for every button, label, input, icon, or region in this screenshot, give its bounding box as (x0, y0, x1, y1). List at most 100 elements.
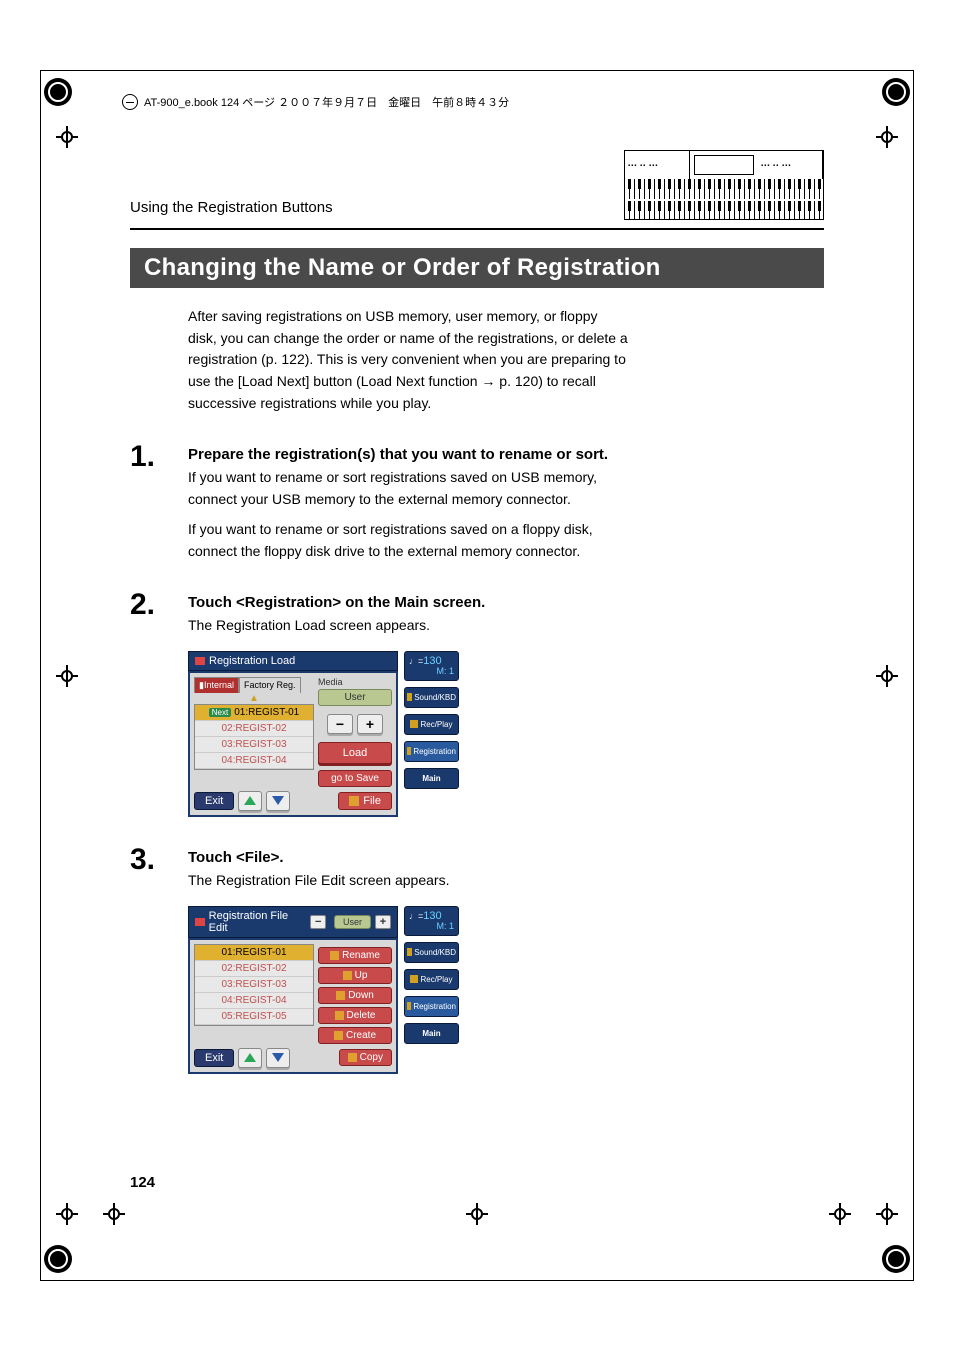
crop-mark-icon (103, 1203, 125, 1225)
registration-list: 01:REGIST-01 02:REGIST-02 03:REGIST-03 0… (194, 944, 314, 1026)
up-button[interactable]: Up (318, 967, 392, 984)
step-number: 2. (130, 588, 188, 622)
list-item[interactable]: 02:REGIST-02 (195, 961, 313, 977)
rename-button[interactable]: Rename (318, 947, 392, 964)
print-regmark-icon (44, 78, 72, 106)
section-title: Changing the Name or Order of Registrati… (130, 248, 675, 288)
registration-list: Next01:REGIST-01 02:REGIST-02 03:REGIST-… (194, 704, 314, 770)
load-button[interactable]: Load (318, 742, 392, 764)
registration-button[interactable]: Registration (404, 741, 459, 762)
crop-mark-icon (56, 1203, 78, 1225)
copy-icon (348, 1053, 357, 1062)
down-button[interactable]: Down (318, 987, 392, 1004)
media-user-button[interactable]: User (318, 689, 392, 706)
copy-button[interactable]: Copy (339, 1049, 392, 1066)
media-user-button[interactable]: User (334, 915, 371, 929)
book-meta-icon (122, 94, 138, 110)
print-regmark-icon (44, 1245, 72, 1273)
crop-mark-icon (466, 1203, 488, 1225)
tempo-display[interactable]: ♩=130 M: 1 (404, 906, 459, 936)
panel-title-text: Registration Load (209, 655, 295, 667)
crop-mark-icon (829, 1203, 851, 1225)
step-number: 1. (130, 440, 188, 474)
scroll-up-button[interactable] (238, 791, 262, 811)
panel-title-icon (195, 918, 205, 926)
tab-label: Internal (204, 680, 234, 690)
registration-button[interactable]: Registration (404, 996, 459, 1017)
book-meta-text: AT-900_e.book 124 ページ ２００７年９月７日 金曜日 午前８時… (144, 94, 509, 110)
tempo-display[interactable]: ♩=130 M: 1 (404, 651, 459, 681)
delete-button[interactable]: Delete (318, 1007, 392, 1024)
step-title: Touch <File>. (188, 849, 638, 866)
step-title: Touch <Registration> on the Main screen. (188, 594, 638, 611)
header-rule (130, 228, 824, 230)
registration-file-edit-screenshot: Registration File Edit − User + (188, 906, 463, 1074)
list-item[interactable]: 03:REGIST-03 (195, 737, 313, 753)
main-button[interactable]: Main (404, 1023, 459, 1044)
file-icon (349, 796, 359, 806)
section-title-bar: Changing the Name or Order of Registrati… (130, 248, 824, 288)
rec-play-button[interactable]: Rec/Play (404, 714, 459, 735)
title-plus-button[interactable]: + (375, 915, 391, 929)
scroll-up-button[interactable] (238, 1048, 262, 1068)
triangle-down-icon (272, 1053, 284, 1062)
上arrow-indicator-icon: ▲ (194, 693, 314, 704)
rec-play-button[interactable]: Rec/Play (404, 969, 459, 990)
rec-icon (410, 975, 418, 983)
panel-title-bar: Registration File Edit − User + (188, 906, 398, 938)
triangle-up-icon (244, 796, 256, 805)
rec-icon (410, 720, 418, 728)
file-button[interactable]: File (338, 792, 392, 810)
chapter-title: Using the Registration Buttons (130, 199, 333, 220)
list-item[interactable]: 01:REGIST-01 (195, 945, 313, 961)
list-item[interactable]: 03:REGIST-03 (195, 977, 313, 993)
arrow-down-icon (336, 991, 345, 1000)
note-icon (407, 693, 412, 701)
pencil-icon (330, 951, 339, 960)
scroll-down-button[interactable] (266, 791, 290, 811)
list-item[interactable]: 05:REGIST-05 (195, 1009, 313, 1025)
panel-title-bar: Registration Load (188, 651, 398, 671)
media-label: Media (318, 677, 392, 687)
note-icon (407, 948, 412, 956)
exit-button[interactable]: Exit (194, 792, 234, 810)
create-icon (334, 1031, 343, 1040)
reg-icon (407, 1002, 411, 1010)
step-text: If you want to rename or sort registrati… (188, 519, 638, 562)
next-tag: Next (209, 708, 231, 717)
step-text: If you want to rename or sort registrati… (188, 467, 638, 510)
crop-mark-icon (56, 126, 78, 148)
arrow-up-icon (343, 971, 352, 980)
triangle-down-icon (272, 796, 284, 805)
delete-icon (335, 1011, 344, 1020)
sound-kbd-button[interactable]: Sound/KBD (404, 942, 459, 963)
exit-button[interactable]: Exit (194, 1049, 234, 1067)
title-minus-button[interactable]: − (310, 915, 326, 929)
create-button[interactable]: Create (318, 1027, 392, 1044)
list-item[interactable]: 02:REGIST-02 (195, 721, 313, 737)
crop-mark-icon (876, 126, 898, 148)
list-item[interactable]: 04:REGIST-04 (195, 993, 313, 1009)
tab-factory[interactable]: Factory Reg. (239, 677, 301, 693)
minus-button[interactable]: − (327, 714, 353, 734)
list-item[interactable]: Next01:REGIST-01 (195, 705, 313, 721)
list-item[interactable]: 04:REGIST-04 (195, 753, 313, 769)
page-number: 124 (130, 1174, 155, 1191)
main-button[interactable]: Main (404, 768, 459, 789)
registration-load-screenshot: Registration Load ▮Internal Factory Reg.… (188, 651, 463, 817)
go-to-save-button[interactable]: go to Save (318, 770, 392, 787)
crop-mark-icon (56, 665, 78, 687)
instrument-illustration (624, 150, 824, 220)
panel-title-text: Registration File Edit (209, 910, 307, 934)
book-metadata: AT-900_e.book 124 ページ ２００７年９月７日 金曜日 午前８時… (122, 94, 509, 110)
sound-kbd-button[interactable]: Sound/KBD (404, 687, 459, 708)
step-number: 3. (130, 843, 188, 877)
print-regmark-icon (882, 78, 910, 106)
tab-internal[interactable]: ▮Internal (194, 677, 239, 693)
intro-text: After saving registrations on USB memory… (188, 306, 628, 414)
step-title: Prepare the registration(s) that you wan… (188, 446, 638, 463)
scroll-down-button[interactable] (266, 1048, 290, 1068)
reg-icon (407, 747, 411, 755)
crop-mark-icon (876, 1203, 898, 1225)
plus-button[interactable]: + (357, 714, 383, 734)
